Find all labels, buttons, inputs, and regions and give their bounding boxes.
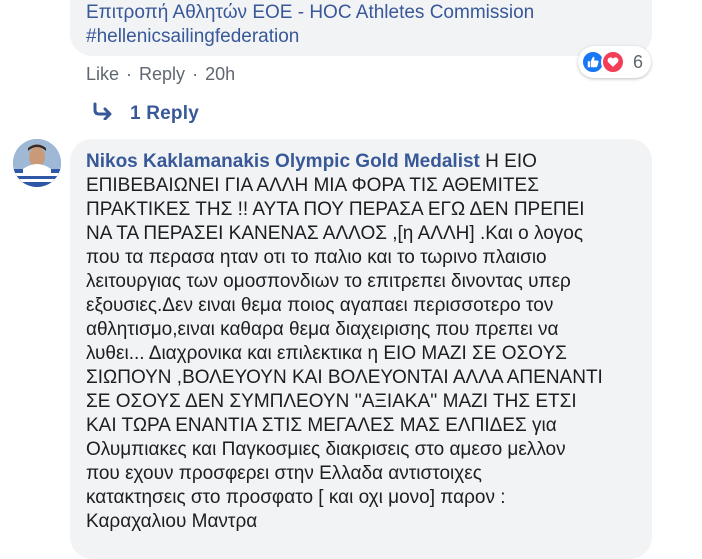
reply-button[interactable]: Reply (139, 64, 185, 85)
separator: · (192, 64, 199, 84)
reactions-summary[interactable]: 6 (578, 46, 652, 78)
comment-text-line: Ολυμπιακες και Παγκοσμιες διακρισεις στο… (86, 439, 566, 460)
comment-text-line: λυθει... Διαχρονικα και επιλεκτικα η ΕΙΟ… (86, 343, 567, 364)
comment-text-line: Καραχαλιου Μαντρα (86, 511, 258, 532)
comment-text-line: ΕΠΙΒΕΒΑΙΩΝΕΙ ΓΙΑ ΑΛΛΗ ΜΙΑ ΦΟΡΑ ΤΙΣ ΑΘΕΜΙ… (86, 175, 539, 196)
avatar[interactable] (13, 139, 61, 187)
comment-text-line: λειτουργιας των ομοσπονδιων το επιτρεπει… (86, 271, 571, 292)
comment-text-line: ΚΑΙ ΤΩΡΑ ΕΝΑΝΤΙΑ ΣΤΙΣ ΜΕΓΑΛΕΣ ΜΑΣ ΕΛΠΙΔΕ… (86, 415, 557, 436)
replies-count-label[interactable]: 1 Reply (130, 103, 199, 125)
timestamp-link[interactable]: 20h (205, 64, 235, 85)
comment-text-line: που τα περασα ηταν οτι το παλιο και το τ… (86, 247, 547, 268)
comment-author-name[interactable]: Nikos Kaklamanakis Olympic Gold Medalist (86, 151, 480, 172)
comment-text-line: ΣΙΩΠΟΥΝ ,ΒΟΛΕΥΟΥΝ ΚΑΙ ΒΟΛΕΥΟΝΤΑΙ ΑΛΛΑ ΑΠ… (86, 367, 603, 388)
hashtag-link[interactable]: #hellenicsailingfederation (86, 26, 299, 48)
comment-actions: Like · Reply · 20h (86, 64, 235, 85)
separator: · (126, 64, 133, 84)
comment-text-line: που εχουν προσφερει στην Ελλαδα αντιστοι… (86, 463, 482, 484)
reply-arrow-icon (92, 102, 114, 125)
comment-text-line: Η ΕΙΟ (485, 151, 537, 172)
love-icon (601, 50, 625, 74)
comment-text-line: εξουσιες.Δεν ειναι θεμα ποιος αγαπαει πε… (86, 295, 554, 316)
comment-text-line: αθλητισμο,ειναι καθαρα θεμα διαχειρισης … (86, 319, 559, 340)
comment-body: Nikos Kaklamanakis Olympic Gold Medalist… (86, 150, 646, 534)
comment-text-line: ΠΡΑΚΤΙΚΕΣ ΤΗΣ !! ΑΥΤΑ ΠΟΥ ΠΕΡΑΣΑ ΕΓΩ ΔΕΝ… (86, 199, 585, 220)
view-replies-link[interactable]: 1 Reply (92, 102, 199, 125)
comment-text-line: ΣΕ ΟΣΟΥΣ ΔΕΝ ΣΥΜΠΛΕΟΥΝ ''ΑΞΙΑΚΑ'' ΜΑΖΙ Τ… (86, 391, 577, 412)
reaction-count: 6 (633, 51, 644, 72)
like-button[interactable]: Like (86, 64, 119, 85)
previous-comment-text-line: Επιτροπή Αθλητών ΕΟΕ - HOC Athletes Comm… (86, 2, 535, 23)
comment-text-line: ΝΑ ΤΑ ΠΕΡΑΣΕΙ ΚΑΝΕΝΑΣ ΑΛΛΟΣ ,[η ΑΛΛΗ] .Κ… (86, 223, 583, 244)
comment-text-line: κατακτησεις στο προσφατο [ και οχι μονο]… (86, 487, 506, 508)
